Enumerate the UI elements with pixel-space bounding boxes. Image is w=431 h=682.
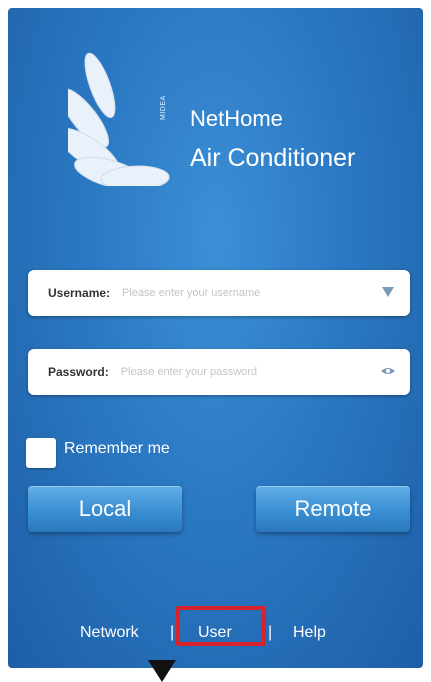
- pointer-arrow-icon: [148, 660, 176, 682]
- user-highlight-box: [176, 606, 266, 646]
- network-link[interactable]: Network: [80, 624, 139, 642]
- app-screen: MIDEA NetHome Air Conditioner Username: …: [8, 8, 423, 668]
- username-input[interactable]: [120, 286, 355, 300]
- username-label: Username:: [48, 286, 111, 300]
- app-subtitle: Air Conditioner: [190, 144, 356, 172]
- brand-vertical-text: MIDEA: [160, 95, 167, 120]
- dropdown-arrow-icon[interactable]: [380, 283, 396, 301]
- remote-button[interactable]: Remote: [256, 486, 410, 532]
- help-link[interactable]: Help: [293, 624, 326, 642]
- password-input[interactable]: [118, 365, 353, 379]
- remember-me-label[interactable]: Remember me: [64, 440, 170, 458]
- footer-separator: |: [170, 624, 175, 641]
- username-field[interactable]: Username:: [28, 270, 410, 316]
- password-field[interactable]: Password:: [28, 349, 410, 395]
- remember-me-checkbox[interactable]: [26, 438, 56, 468]
- local-button[interactable]: Local: [28, 486, 182, 532]
- show-password-icon[interactable]: [380, 362, 396, 380]
- app-title: NetHome: [190, 106, 283, 131]
- footer-separator: |: [268, 624, 273, 641]
- password-label: Password:: [48, 365, 109, 379]
